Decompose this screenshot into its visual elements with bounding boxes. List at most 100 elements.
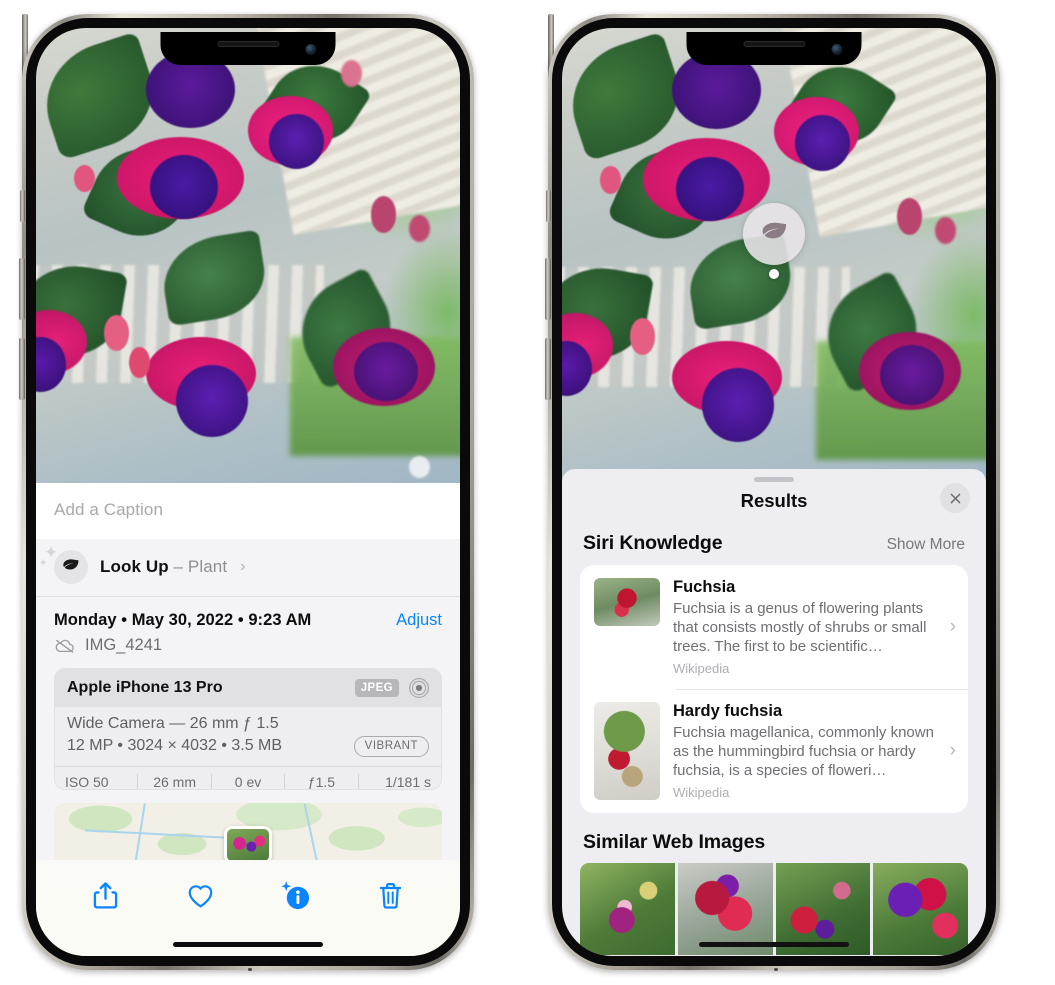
photo-bud: [74, 164, 96, 192]
iphone-device-left: Add a Caption ✦ ✦ Look Up – Plant › Mond…: [19, 14, 474, 971]
volume-up-button[interactable]: [545, 258, 551, 320]
adjust-button[interactable]: Adjust: [396, 611, 442, 630]
leaf-icon: [762, 222, 786, 238]
info-button[interactable]: [248, 880, 343, 911]
silent-switch[interactable]: [546, 190, 551, 222]
map-photo-pin[interactable]: [224, 826, 272, 861]
icloud-slash-icon: [55, 639, 74, 653]
home-indicator[interactable]: [699, 942, 849, 947]
exif-specs-row: 12 MP • 3024 × 4032 • 3.5 MB VIBRANT: [67, 736, 429, 757]
chevron-right-icon: ›: [240, 558, 246, 575]
heart-icon: [188, 885, 213, 908]
look-up-title: Look Up: [100, 557, 169, 576]
photo-blossom: [880, 345, 944, 406]
screenshot-stage: Add a Caption ✦ ✦ Look Up – Plant › Mond…: [0, 0, 1055, 985]
show-more-button[interactable]: Show More: [887, 536, 965, 554]
photo-viewer-left[interactable]: [36, 28, 460, 483]
knowledge-title: Hardy fuchsia: [673, 702, 783, 720]
caption-input[interactable]: Add a Caption: [36, 483, 460, 539]
photo-toolbar: [36, 860, 460, 919]
web-image-thumbnail[interactable]: [580, 863, 675, 955]
knowledge-title: Fuchsia: [673, 578, 736, 596]
exif-stat-shutter: 1/181 s: [385, 773, 432, 790]
close-icon: [950, 493, 960, 503]
volume-up-button[interactable]: [19, 258, 25, 320]
photo-blossom: [146, 50, 236, 129]
visual-lookup-anchor-dot: [769, 269, 779, 279]
knowledge-source: Wikipedia: [673, 661, 730, 676]
map-pin-thumbnail: [227, 829, 269, 861]
home-indicator[interactable]: [173, 942, 323, 947]
delete-button[interactable]: [343, 880, 438, 911]
exif-card: Apple iPhone 13 Pro JPEG Wide Camera — 2…: [54, 668, 442, 790]
exif-stat-aperture: ƒ1.5: [307, 773, 336, 790]
photo-bud: [600, 166, 622, 194]
exif-stat-ev: 0 ev: [234, 773, 262, 790]
share-icon: [93, 882, 118, 909]
look-up-row[interactable]: ✦ ✦ Look Up – Plant ›: [36, 539, 460, 597]
device-bottom-mark: [774, 968, 778, 971]
silent-switch[interactable]: [20, 190, 25, 222]
knowledge-item-fuchsia[interactable]: Fuchsia Fuchsia is a genus of flowering …: [580, 565, 968, 689]
photo-info-sheet: Add a Caption ✦ ✦ Look Up – Plant › Mond…: [36, 483, 460, 956]
knowledge-body: Hardy fuchsia Fuchsia magellanica, commo…: [673, 702, 935, 800]
volume-down-button[interactable]: [19, 338, 25, 400]
device-bottom-mark: [248, 968, 252, 971]
siri-knowledge-header: Siri Knowledge Show More: [562, 530, 986, 565]
knowledge-description: Fuchsia magellanica, commonly known as t…: [673, 724, 934, 779]
results-title: Results: [740, 490, 808, 511]
knowledge-source: Wikipedia: [673, 785, 730, 800]
aperture-icon: [409, 678, 429, 698]
screen-left: Add a Caption ✦ ✦ Look Up – Plant › Mond…: [36, 28, 460, 956]
capture-date: Monday • May 30, 2022 • 9:23 AM: [54, 611, 312, 629]
similar-web-images-header: Similar Web Images: [562, 813, 986, 863]
leaf-icon: ✦ ✦: [39, 544, 88, 584]
photo-blossom: [676, 156, 745, 222]
vibrant-badge: VIBRANT: [353, 736, 429, 757]
photo-bud: [409, 214, 431, 242]
results-sheet: Results Siri Knowledge Show More Fuchsia…: [562, 469, 986, 956]
knowledge-item-hardy-fuchsia[interactable]: Hardy fuchsia Fuchsia magellanica, commo…: [580, 689, 968, 813]
photo-bud: [103, 314, 130, 352]
favorite-button[interactable]: [153, 880, 248, 911]
knowledge-description: Fuchsia is a genus of flowering plants t…: [673, 600, 927, 655]
location-map[interactable]: [54, 802, 442, 861]
knowledge-thumbnail: [594, 702, 660, 800]
exif-header-right: JPEG: [354, 677, 430, 699]
info-sparkle-icon: [280, 880, 311, 911]
volume-down-button[interactable]: [545, 338, 551, 400]
format-badge: JPEG: [354, 679, 399, 697]
chevron-right-icon: ›: [949, 740, 956, 761]
siri-knowledge-card: Fuchsia Fuchsia is a genus of flowering …: [580, 565, 968, 813]
knowledge-thumbnail: [594, 578, 660, 626]
photo-bud: [370, 196, 397, 233]
section-title: Similar Web Images: [583, 831, 766, 853]
sparkle-icon: ✦: [39, 558, 48, 569]
exif-body: Wide Camera — 26 mm ƒ 1.5 12 MP • 3024 ×…: [55, 707, 441, 766]
capture-date-row: Monday • May 30, 2022 • 9:23 AM Adjust: [36, 597, 460, 632]
web-image-thumbnail[interactable]: [873, 863, 968, 955]
screen-right: Results Siri Knowledge Show More Fuchsia…: [562, 28, 986, 956]
exif-stat-iso: ISO 50: [65, 773, 109, 790]
photo-blossom: [269, 114, 325, 170]
image-specs: 12 MP • 3024 × 4032 • 3.5 MB: [67, 737, 283, 755]
look-up-subject: Plant: [187, 557, 228, 576]
photo-blossom: [701, 368, 774, 442]
iphone-device-right: Results Siri Knowledge Show More Fuchsia…: [545, 14, 1000, 971]
visual-lookup-badge[interactable]: [743, 203, 805, 265]
close-button[interactable]: [940, 483, 970, 513]
photo-blossom: [354, 341, 418, 402]
look-up-dash: –: [168, 557, 188, 576]
photo-blossom: [795, 115, 851, 171]
results-header: Results: [562, 482, 986, 530]
photo-blossom: [672, 51, 762, 130]
toolbar-safe-area: [36, 918, 460, 956]
exif-stat-focal: 26 mm: [153, 773, 196, 790]
photo-bud: [629, 317, 656, 355]
photo-blossom: [175, 364, 248, 438]
file-name: IMG_4241: [85, 636, 163, 654]
lens-info: Wide Camera — 26 mm ƒ 1.5: [67, 715, 279, 732]
chevron-right-icon: ›: [949, 616, 956, 637]
camera-model: Apple iPhone 13 Pro: [67, 679, 223, 696]
share-button[interactable]: [58, 880, 153, 911]
